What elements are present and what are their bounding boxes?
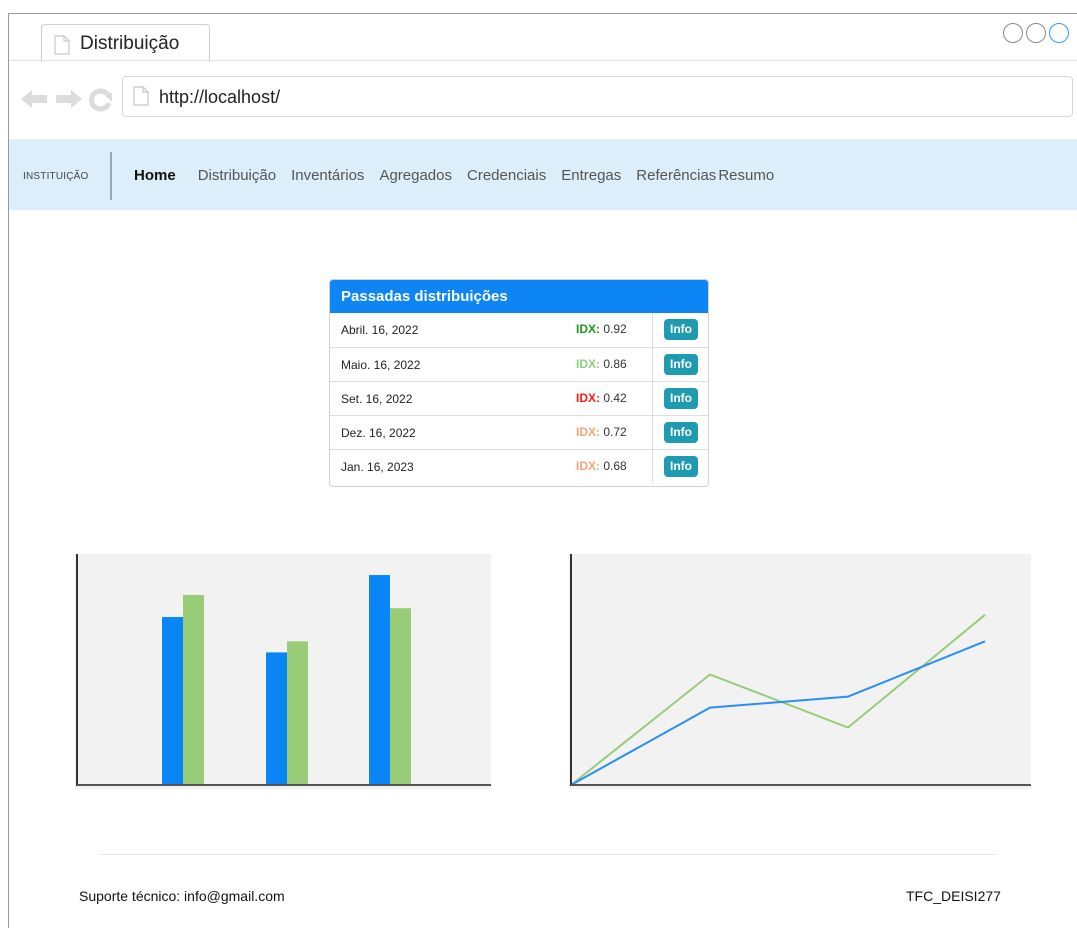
nav-item-inventarios[interactable]: Inventários (291, 167, 364, 184)
bar-series-1 (266, 652, 287, 785)
page-icon (133, 86, 149, 111)
maximize-button[interactable] (1026, 23, 1046, 43)
bar-series-2 (287, 641, 308, 785)
distribution-row: Maio. 16, 2022 IDX: 0.86 Info (330, 347, 708, 381)
support-contact: Suporte técnico: info@gmail.com (79, 888, 285, 904)
row-date: Dez. 16, 2022 (341, 426, 416, 440)
brand-label[interactable]: INSTITUIÇÃO (23, 171, 89, 182)
row-date: Jan. 16, 2023 (341, 460, 414, 474)
browser-window: Distribuição http://localhost/ INSTITUIÇ… (8, 13, 1077, 928)
past-distributions-panel: Passadas distribuições Abril. 16, 2022 ID… (329, 279, 709, 487)
nav-item-entregas[interactable]: Entregas (561, 167, 621, 184)
row-divider (652, 450, 653, 483)
row-date: Set. 16, 2022 (341, 392, 413, 406)
url-text[interactable]: http://localhost/ (159, 87, 280, 108)
row-idx: IDX: 0.68 (576, 459, 627, 473)
back-arrow-icon[interactable] (19, 88, 49, 115)
bar-series-1 (162, 617, 183, 785)
row-idx: IDX: 0.42 (576, 391, 627, 405)
bar-chart (75, 554, 491, 789)
row-idx: IDX: 0.86 (576, 357, 627, 371)
idx-label: IDX: (576, 322, 600, 336)
reload-icon[interactable] (89, 88, 113, 117)
bar-series-2 (390, 608, 411, 785)
main-menu: Home Distribuição Inventários Agregados … (134, 167, 789, 184)
browser-tab[interactable]: Distribuição (41, 24, 210, 62)
distribution-row: Jan. 16, 2023 IDX: 0.68 Info (330, 449, 708, 483)
idx-value: 0.86 (603, 357, 627, 371)
close-button[interactable] (1049, 23, 1069, 43)
bar-series-2 (183, 594, 204, 785)
info-button[interactable]: Info (664, 388, 698, 409)
footer-divider (99, 854, 997, 855)
row-divider (652, 382, 653, 415)
info-button[interactable]: Info (664, 319, 698, 340)
nav-item-agregados[interactable]: Agregados (379, 167, 452, 184)
project-code: TFC_DEISI277 (906, 888, 1001, 904)
nav-item-resumo[interactable]: Resumo (718, 167, 774, 184)
distribution-row: Set. 16, 2022 IDX: 0.42 Info (330, 381, 708, 415)
idx-label: IDX: (576, 391, 600, 405)
nav-item-distribuicao[interactable]: Distribuição (198, 167, 276, 184)
distribution-row: Abril. 16, 2022 IDX: 0.92 Info (330, 313, 708, 347)
row-idx: IDX: 0.92 (576, 322, 627, 336)
info-button[interactable]: Info (664, 354, 698, 375)
distribution-row: Dez. 16, 2022 IDX: 0.72 Info (330, 415, 708, 449)
row-date: Abril. 16, 2022 (341, 323, 419, 337)
idx-value: 0.92 (603, 322, 627, 336)
idx-value: 0.42 (603, 391, 627, 405)
brand-divider (110, 152, 112, 200)
nav-item-home[interactable]: Home (134, 167, 176, 184)
info-button[interactable]: Info (664, 456, 698, 477)
nav-item-credenciais[interactable]: Credenciais (467, 167, 546, 184)
row-date: Maio. 16, 2022 (341, 358, 421, 372)
row-divider (652, 416, 653, 449)
panel-title: Passadas distribuições (330, 280, 708, 313)
bar-series-1 (369, 575, 390, 785)
row-divider (652, 313, 653, 347)
row-divider (652, 348, 653, 381)
minimize-button[interactable] (1003, 23, 1023, 43)
tabbar-divider (9, 60, 1077, 61)
idx-value: 0.68 (603, 459, 627, 473)
app-navbar: INSTITUIÇÃO Home Distribuição Inventário… (9, 140, 1077, 210)
idx-label: IDX: (576, 459, 600, 473)
chart-background (569, 554, 1031, 789)
idx-value: 0.72 (603, 425, 627, 439)
row-idx: IDX: 0.72 (576, 425, 627, 439)
idx-label: IDX: (576, 357, 600, 371)
nav-item-referencias[interactable]: Referências (636, 167, 716, 184)
tab-title: Distribuição (80, 33, 180, 54)
info-button[interactable]: Info (664, 422, 698, 443)
forward-arrow-icon[interactable] (54, 88, 84, 115)
idx-label: IDX: (576, 425, 600, 439)
page-icon (54, 35, 70, 60)
line-chart (569, 554, 1031, 789)
address-bar[interactable]: http://localhost/ (122, 76, 1073, 117)
